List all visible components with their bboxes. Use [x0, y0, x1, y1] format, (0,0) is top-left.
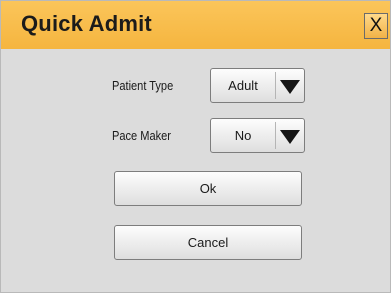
pace-maker-value: No	[234, 128, 252, 143]
select-divider	[275, 72, 276, 99]
cancel-button[interactable]: Cancel	[114, 225, 302, 260]
quick-admit-dialog: Quick Admit X Patient Type Adult Pace Ma…	[0, 0, 391, 293]
pace-maker-label: Pace Maker	[112, 128, 171, 143]
select-divider	[275, 122, 276, 149]
dropdown-arrow-icon	[280, 130, 300, 144]
patient-type-label: Patient Type	[112, 78, 174, 93]
dialog-titlebar: Quick Admit X	[1, 1, 390, 49]
patient-type-value: Adult	[228, 78, 258, 93]
dialog-title: Quick Admit	[21, 11, 152, 36]
patient-type-select[interactable]: Adult	[210, 68, 305, 103]
dropdown-arrow-icon	[280, 80, 300, 94]
pace-maker-select[interactable]: No	[210, 118, 305, 153]
close-button[interactable]: X	[364, 13, 388, 39]
ok-button[interactable]: Ok	[114, 171, 302, 206]
